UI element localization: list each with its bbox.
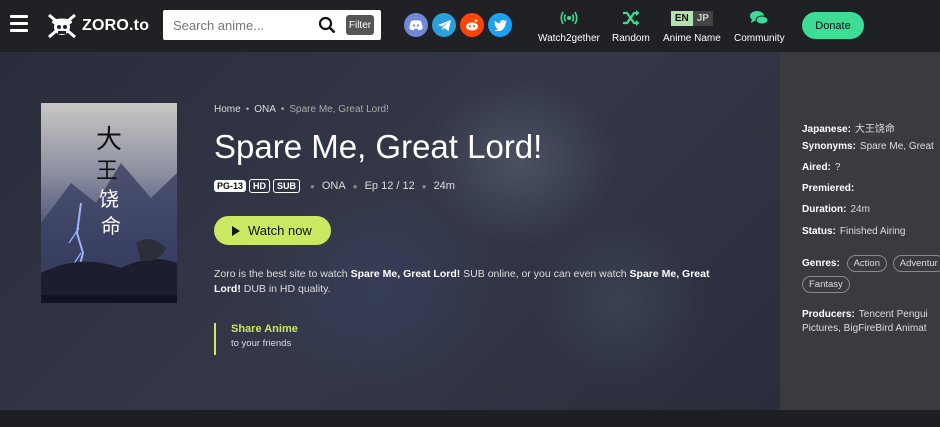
genre-adventure[interactable]: Adventur [892,255,940,272]
nav-random[interactable]: Random [612,8,650,44]
share-anime[interactable]: Share Anime to your friends [214,323,298,355]
poster-title-char-3: 饶 [99,187,119,211]
info-genres: Genres: Action Adventur [802,255,940,272]
nav-watch2gether[interactable]: Watch2gether [538,8,600,44]
twitter-icon[interactable] [488,13,512,37]
nav-anime-name-label: Anime Name [663,33,721,44]
search-icon[interactable] [318,16,336,34]
poster-title-char-4: 命 [101,214,121,238]
page-bottom-strip [0,410,940,427]
top-header: ZORO.to Filter Watch2gether [0,0,940,52]
shuffle-icon [622,8,640,28]
search-input[interactable] [163,10,313,40]
audio-badge: SUB [273,179,301,193]
info-producers: Producers: Tencent Pengui [802,309,928,320]
watch-now-label: Watch now [248,223,312,238]
reddit-icon[interactable] [460,13,484,37]
genre-action[interactable]: Action [846,255,887,272]
skull-logo-icon [48,13,76,39]
episode-count: Ep 12 / 12 [364,180,415,192]
anime-type: ONA [321,180,346,192]
logo-text: ZORO.to [82,17,150,34]
anime-title: Spare Me, Great Lord! [214,128,543,165]
share-subtitle: to your friends [231,338,292,349]
share-title: Share Anime [231,323,298,335]
nav-community-label: Community [734,33,785,44]
site-logo[interactable]: ZORO.to [46,10,149,42]
genre-fantasy[interactable]: Fantasy [802,276,850,293]
breadcrumb-type[interactable]: ONA [254,104,276,115]
anime-info-panel: Japanese: 大王饶命 Synonyms: Spare Me, Great A… [780,52,940,410]
nav-random-label: Random [612,33,650,44]
info-genres-row2: Fantasy [802,276,853,293]
info-premiered: Premiered: [802,183,855,194]
nav-watch2gether-label: Watch2gether [538,33,600,44]
nav-anime-name[interactable]: EN JP Anime Name [663,8,721,44]
rating-badge: PG-13 [214,180,247,192]
episode-duration: 24m [433,180,455,192]
info-producers-line2: Pictures, BigFireBird Animat [802,323,927,334]
lang-en[interactable]: EN [670,10,693,26]
info-aired: Aired:? [802,162,841,173]
breadcrumb-home[interactable]: Home [214,104,241,115]
poster-title-char-1: 大 [96,125,122,155]
broadcast-icon [560,8,578,28]
watch-now-button[interactable]: Watch now [214,216,331,245]
anime-hero: 大 王 饶 命 Home • ONA • Spare Me, Great Lor… [0,52,780,410]
language-toggle[interactable]: EN JP [670,8,713,28]
chat-icon [749,8,769,28]
info-synonyms: Synonyms: Spare Me, Great [802,141,934,152]
poster-title-char-2: 王 [96,159,118,184]
menu-icon[interactable] [10,15,28,33]
breadcrumb-current: Spare Me, Great Lord! [289,104,389,115]
telegram-icon[interactable] [432,13,456,37]
producer-link-2[interactable]: Pictures, BigFireBird Animat [802,323,927,334]
nav-community[interactable]: Community [734,8,785,44]
breadcrumb: Home • ONA • Spare Me, Great Lord! [214,104,389,115]
anime-poster[interactable]: 大 王 饶 命 [41,103,177,303]
filter-button[interactable]: Filter [346,15,374,35]
play-icon [232,225,240,236]
discord-icon[interactable] [404,13,428,37]
lang-jp[interactable]: JP [692,10,713,26]
info-status: Status: Finished Airing [802,226,906,237]
anime-description: Zoro is the best site to watch Spare Me,… [214,268,710,295]
donate-button[interactable]: Donate [802,12,864,39]
info-duration: Duration: 24m [802,204,870,215]
quality-badge: HD [249,179,271,193]
anime-meta: PG-13 HD SUB ● ONA ● Ep 12 / 12 ● 24m [214,179,455,193]
producer-link[interactable]: Tencent Pengui [859,309,928,320]
desc-title-sub: Spare Me, Great Lord! [350,268,461,280]
info-japanese: Japanese: 大王饶命 [802,124,895,135]
